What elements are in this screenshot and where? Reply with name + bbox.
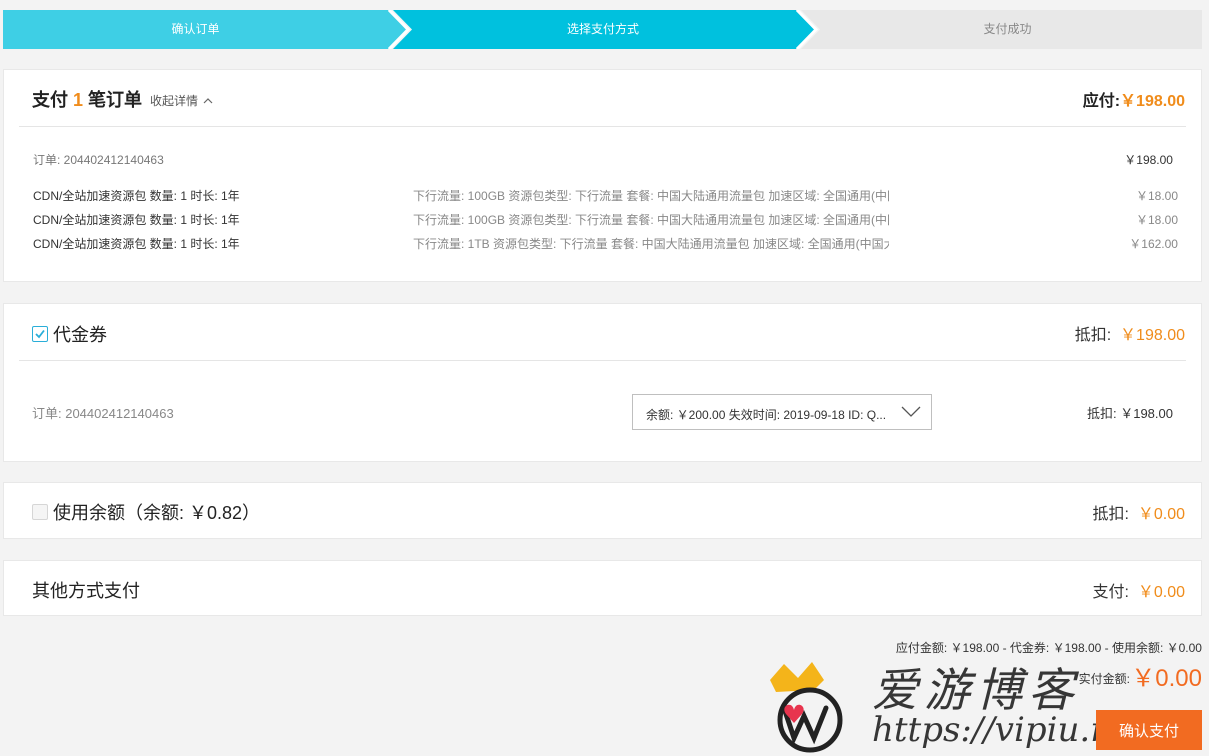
order-item-desc: 下行流量: 1TB 资源包类型: 下行流量 套餐: 中国大陆通用流量包 加速区域…: [413, 237, 889, 251]
confirm-payment-button[interactable]: 确认支付: [1096, 710, 1202, 750]
order-item-name: CDN/全站加速资源包 数量: 1 时长: 1年: [33, 213, 240, 227]
order-item-name: CDN/全站加速资源包 数量: 1 时长: 1年: [33, 189, 240, 203]
order-item-desc: 下行流量: 100GB 资源包类型: 下行流量 套餐: 中国大陆通用流量包 加速…: [413, 189, 889, 203]
voucher-deduct: 抵扣: ￥198.00: [1075, 321, 1185, 345]
balance-card: 使用余额（余额: ￥0.82） 抵扣: ￥0.00: [3, 482, 1202, 539]
voucher-deduct-label: 抵扣:: [1074, 327, 1112, 344]
step-select-payment: 选择支付方式: [566, 22, 639, 36]
collapse-details-toggle[interactable]: 收起详情: [150, 92, 213, 109]
order-summary-title: 支付 1 笔订单: [32, 86, 142, 112]
other-payment-card[interactable]: 其他方式支付 支付: ￥0.00: [3, 560, 1202, 616]
voucher-title: 代金券: [53, 325, 107, 345]
actual-payment-label: 实付金额:: [1078, 672, 1130, 686]
voucher-order-id: 订单: 204402412140463: [32, 406, 174, 421]
order-item-desc: 下行流量: 100GB 资源包类型: 下行流量 套餐: 中国大陆通用流量包 加速…: [413, 213, 889, 227]
progress-steps: 确认订单 选择支付方式 支付成功: [3, 10, 1202, 49]
divider: [19, 126, 1186, 127]
chevron-down-icon: [901, 406, 921, 417]
step-confirm-order: 确认订单: [171, 22, 220, 36]
watermark-logo-icon: [770, 662, 843, 753]
order-item-row: CDN/全站加速资源包 数量: 1 时长: 1年 下行流量: 100GB 资源包…: [33, 187, 1178, 203]
voucher-row-deduct: 抵扣: ￥198.00: [1087, 406, 1173, 421]
balance-title: 使用余额（余额: ￥0.82）: [53, 503, 261, 523]
balance-deduct-value: ￥0.00: [1137, 506, 1185, 523]
order-item-row: CDN/全站加速资源包 数量: 1 时长: 1年 下行流量: 1TB 资源包类型…: [33, 235, 1178, 251]
balance-deduct-label: 抵扣:: [1092, 506, 1129, 523]
order-item-price: ￥162.00: [1129, 237, 1178, 251]
voucher-deduct-value: ￥198.00: [1120, 327, 1185, 344]
voucher-checkbox[interactable]: [32, 326, 48, 342]
actual-payment: 实付金额: ￥0.00: [1002, 658, 1202, 692]
payment-summary: 应付金额: ￥198.00 - 代金券: ￥198.00 - 使用余额: ￥0.…: [895, 641, 1202, 655]
order-id: 订单: 204402412140463: [33, 153, 164, 167]
amount-due: 应付:￥198.00: [1083, 87, 1185, 111]
title-suffix: 笔订单: [88, 90, 143, 110]
amount-due-label: 应付:: [1082, 93, 1121, 110]
voucher-card: 代金券 抵扣: ￥198.00 订单: 204402412140463 余额: …: [3, 303, 1202, 462]
chevron-up-icon: [203, 98, 213, 104]
balance-checkbox[interactable]: [32, 504, 48, 520]
order-item-row: CDN/全站加速资源包 数量: 1 时长: 1年 下行流量: 100GB 资源包…: [33, 211, 1178, 227]
order-count: 1: [73, 90, 84, 110]
order-total: ￥198.00: [1124, 153, 1173, 167]
other-payment-amount: 支付: ￥0.00: [1093, 578, 1186, 602]
divider: [19, 360, 1186, 361]
collapse-details-label: 收起详情: [150, 94, 199, 108]
balance-deduct: 抵扣: ￥0.00: [1093, 500, 1186, 524]
checkmark-icon: [35, 329, 45, 339]
order-item-price: ￥18.00: [1135, 189, 1178, 203]
voucher-select[interactable]: 余额: ￥200.00 失效时间: 2019-09-18 ID: Q...: [632, 394, 932, 430]
order-summary-card: 支付 1 笔订单 收起详情 应付:￥198.00 订单: 2044024121404…: [3, 69, 1202, 282]
other-payment-label: 支付:: [1092, 584, 1129, 601]
other-payment-title: 其他方式支付: [32, 581, 140, 601]
order-item-price: ￥18.00: [1135, 213, 1178, 227]
voucher-select-value: 余额: ￥200.00 失效时间: 2019-09-18 ID: Q...: [646, 408, 886, 422]
amount-due-value: ￥198.00: [1120, 93, 1185, 110]
title-prefix: 支付: [32, 90, 68, 110]
order-item-name: CDN/全站加速资源包 数量: 1 时长: 1年: [33, 237, 240, 251]
actual-payment-value: ￥0.00: [1131, 665, 1202, 692]
other-payment-value: ￥0.00: [1137, 584, 1185, 601]
step-payment-success: 支付成功: [983, 22, 1032, 36]
